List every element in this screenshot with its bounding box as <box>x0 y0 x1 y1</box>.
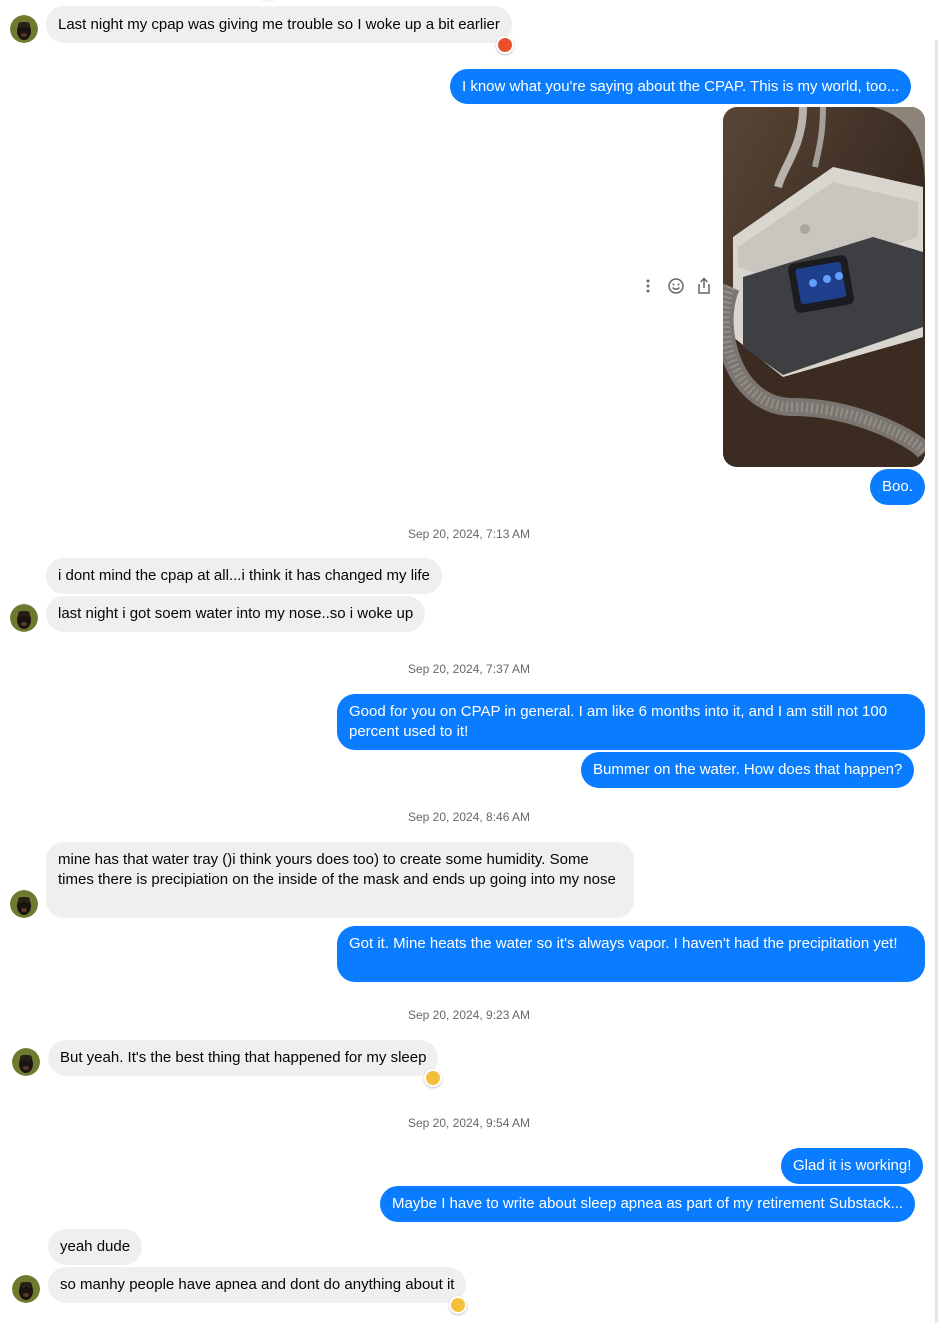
message-text: Last night my cpap was giving me trouble… <box>58 15 500 33</box>
outgoing-message[interactable]: I know what you're saying about the CPAP… <box>450 69 912 104</box>
outgoing-message[interactable]: Glad it is working! <box>781 1148 924 1184</box>
message-text: Got it. Mine heats the water so it's alw… <box>349 935 898 952</box>
more-options-icon[interactable] <box>639 277 657 295</box>
incoming-message[interactable]: Last night my cpap was giving me trouble… <box>46 6 512 43</box>
outgoing-message[interactable]: Good for you on CPAP in general. I am li… <box>337 694 925 750</box>
incoming-message[interactable]: i dont mind the cpap at all...i think it… <box>46 558 442 594</box>
outgoing-message[interactable]: Bummer on the water. How does that happe… <box>581 752 915 788</box>
incoming-message[interactable]: last night i got soem water into my nose… <box>46 596 426 632</box>
cpap-machine-photo[interactable] <box>723 107 925 467</box>
avatar[interactable] <box>10 890 38 918</box>
incoming-message[interactable]: yeah dude <box>48 1229 143 1265</box>
message-text: I know what you're saying about the CPAP… <box>462 77 900 95</box>
message-text: But yeah. It's the best thing that happe… <box>60 1049 427 1066</box>
outgoing-message[interactable]: Boo. <box>870 469 925 505</box>
angry-face-reaction[interactable] <box>496 36 514 54</box>
message-text: so manhy people have apnea and dont do a… <box>60 1276 455 1293</box>
outgoing-message[interactable]: Maybe I have to write about sleep apnea … <box>380 1186 916 1222</box>
message-text: yeah dude <box>60 1238 131 1255</box>
message-text: Boo. <box>882 478 913 495</box>
message-text: Bummer on the water. How does that happe… <box>593 761 903 778</box>
incoming-message[interactable]: mine has that water tray ()i think yours… <box>46 842 634 918</box>
avatar[interactable] <box>12 1048 40 1076</box>
timestamp: Sep 20, 2024, 9:54 AM <box>407 1116 531 1130</box>
avatar[interactable] <box>10 604 38 632</box>
thumbs-up-reaction[interactable] <box>449 1296 467 1314</box>
timestamp: Sep 20, 2024, 7:13 AM <box>407 527 531 541</box>
avatar[interactable] <box>10 15 38 43</box>
timestamp: Sep 20, 2024, 8:46 AM <box>407 810 531 824</box>
incoming-message[interactable]: But yeah. It's the best thing that happe… <box>48 1040 439 1076</box>
message-text: i dont mind the cpap at all...i think it… <box>58 567 430 584</box>
timestamp: Sep 20, 2024, 9:23 AM <box>407 1008 531 1022</box>
share-icon[interactable] <box>695 277 713 295</box>
incoming-message[interactable]: so manhy people have apnea and dont do a… <box>48 1267 467 1303</box>
message-text: Maybe I have to write about sleep apnea … <box>392 1195 904 1212</box>
outgoing-message[interactable]: Got it. Mine heats the water so it's alw… <box>337 926 925 982</box>
message-text: Good for you on CPAP in general. I am li… <box>349 703 888 740</box>
previous-reaction-edge <box>258 0 278 2</box>
message-text: mine has that water tray ()i think yours… <box>58 851 616 888</box>
timestamp: Sep 20, 2024, 7:37 AM <box>407 662 531 676</box>
thumbs-up-reaction[interactable] <box>424 1069 442 1087</box>
message-text: last night i got soem water into my nose… <box>58 605 414 622</box>
message-text: Glad it is working! <box>793 1157 912 1174</box>
avatar[interactable] <box>12 1275 40 1303</box>
react-emoji-icon[interactable] <box>667 277 685 295</box>
